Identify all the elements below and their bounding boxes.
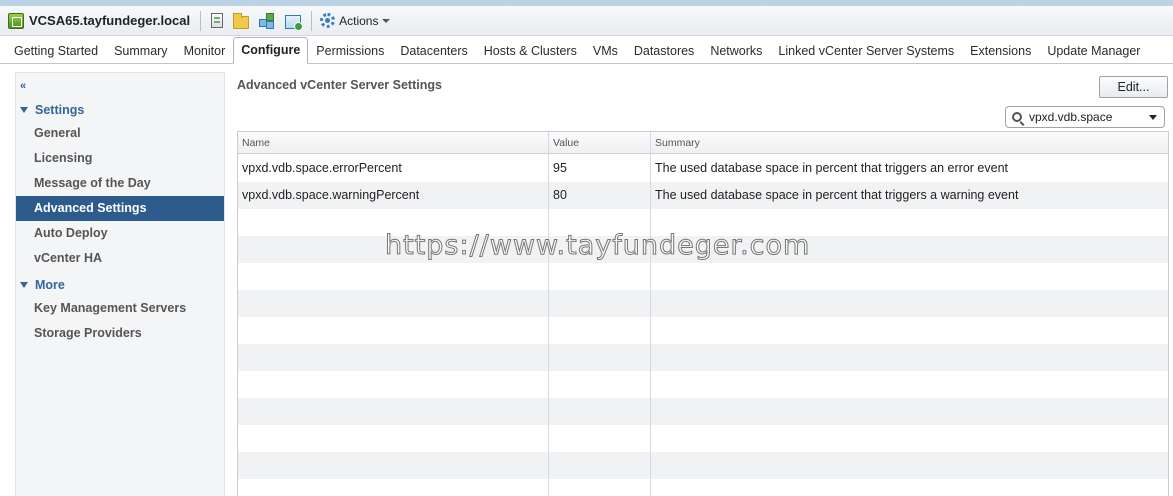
tab-update-manager[interactable]: Update Manager	[1039, 44, 1148, 63]
tab-permissions[interactable]: Permissions	[308, 44, 392, 63]
table-header: Name Value Summary	[238, 132, 1168, 154]
cell-name: vpxd.vdb.space.errorPercent	[242, 161, 402, 175]
sidebar-item-advanced-settings[interactable]: Advanced Settings	[16, 196, 224, 221]
chevron-down-icon[interactable]	[1149, 114, 1157, 120]
toolbar-divider	[200, 10, 202, 31]
column-header-name[interactable]: Name	[238, 132, 270, 154]
tab-getting-started[interactable]: Getting Started	[6, 44, 106, 63]
empty-row	[238, 209, 1168, 236]
expand-triangle-icon	[20, 107, 28, 113]
gear-icon	[320, 13, 336, 28]
more-section-header[interactable]: More	[20, 276, 65, 294]
sidebar-item-licensing[interactable]: Licensing	[16, 146, 224, 171]
sidebar-item-message-of-the-day[interactable]: Message of the Day	[16, 171, 224, 196]
tab-monitor[interactable]: Monitor	[176, 44, 234, 63]
empty-row	[238, 371, 1168, 398]
object-tabs: Getting Started Summary Monitor Configur…	[0, 36, 1173, 64]
tab-datacenters[interactable]: Datacenters	[392, 44, 475, 63]
settings-header-label: Settings	[35, 103, 85, 117]
empty-row	[238, 452, 1168, 479]
empty-row	[238, 479, 1168, 496]
cell-summary: The used database space in percent that …	[655, 188, 1019, 202]
expand-triangle-icon	[20, 282, 28, 288]
more-header-label: More	[35, 278, 65, 292]
object-title: VCSA65.tayfundeger.local	[29, 13, 191, 28]
filter-box[interactable]	[1005, 106, 1165, 128]
tab-configure[interactable]: Configure	[233, 37, 309, 64]
empty-row	[238, 317, 1168, 344]
empty-row	[238, 290, 1168, 317]
settings-table: Name Value Summary vpxd.vdb.space.errorP…	[237, 131, 1169, 496]
configure-sidebar: « Settings General Licensing Message of …	[15, 72, 225, 496]
toolbar-divider	[311, 10, 313, 31]
cell-value: 95	[553, 161, 567, 175]
empty-row	[238, 344, 1168, 371]
search-icon	[1012, 112, 1022, 122]
actions-label: Actions	[339, 13, 379, 28]
chevron-down-icon	[382, 18, 391, 23]
vcenter-icon	[8, 12, 24, 29]
tab-networks[interactable]: Networks	[702, 44, 770, 63]
tab-hosts-clusters[interactable]: Hosts & Clusters	[476, 44, 585, 63]
settings-section-header[interactable]: Settings	[20, 101, 84, 119]
column-divider[interactable]	[650, 132, 651, 496]
cell-summary: The used database space in percent that …	[655, 161, 1008, 175]
sidebar-item-auto-deploy[interactable]: Auto Deploy	[16, 221, 224, 246]
cell-name: vpxd.vdb.space.warningPercent	[242, 188, 420, 202]
column-header-value[interactable]: Value	[549, 132, 579, 154]
collapse-sidebar-icon[interactable]: «	[20, 80, 26, 92]
new-vm-icon[interactable]	[285, 14, 304, 31]
empty-row	[238, 236, 1168, 263]
table-row[interactable]: vpxd.vdb.space.warningPercent 80 The use…	[238, 182, 1168, 209]
tab-summary[interactable]: Summary	[106, 44, 175, 63]
empty-row	[238, 263, 1168, 290]
sidebar-item-key-management-servers[interactable]: Key Management Servers	[16, 296, 224, 321]
new-folder-icon[interactable]	[233, 12, 250, 29]
edit-button[interactable]: Edit...	[1099, 76, 1168, 98]
column-header-summary[interactable]: Summary	[651, 132, 700, 154]
tab-linked-vcenter[interactable]: Linked vCenter Server Systems	[770, 44, 962, 63]
page-title: Advanced vCenter Server Settings	[237, 78, 442, 92]
new-host-icon[interactable]	[211, 13, 224, 28]
actions-menu-button[interactable]: Actions	[320, 13, 391, 28]
object-header-bar: VCSA65.tayfundeger.local Actions	[0, 0, 1173, 36]
empty-row	[238, 398, 1168, 425]
column-divider[interactable]	[548, 132, 549, 496]
cell-value: 80	[553, 188, 567, 202]
tab-extensions[interactable]: Extensions	[962, 44, 1039, 63]
sidebar-item-storage-providers[interactable]: Storage Providers	[16, 321, 224, 346]
empty-row	[238, 425, 1168, 452]
filter-input[interactable]	[1029, 110, 1147, 124]
sidebar-item-vcenter-ha[interactable]: vCenter HA	[16, 246, 224, 271]
sidebar-item-general[interactable]: General	[16, 121, 224, 146]
tab-datastores[interactable]: Datastores	[626, 44, 702, 63]
tab-vms[interactable]: VMs	[585, 44, 626, 63]
new-vapp-icon[interactable]	[259, 12, 275, 29]
table-row[interactable]: vpxd.vdb.space.errorPercent 95 The used …	[238, 155, 1168, 182]
